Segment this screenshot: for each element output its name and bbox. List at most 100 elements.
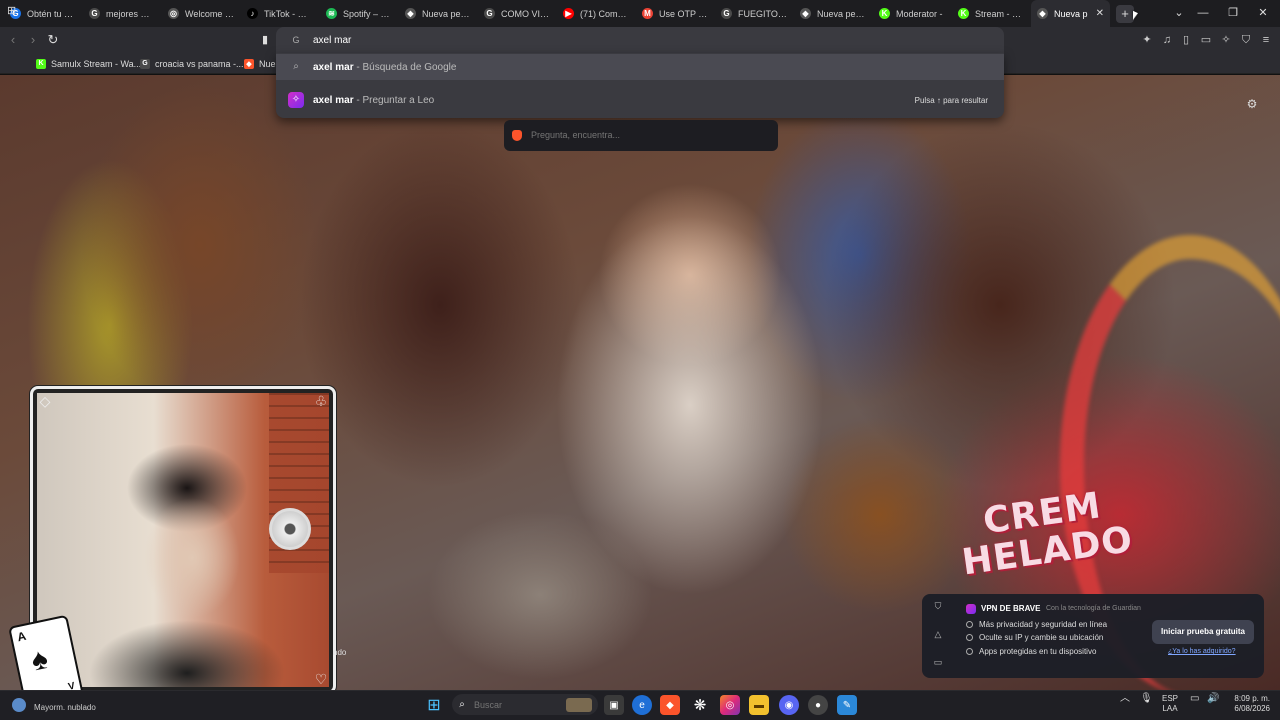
already-purchased-link[interactable]: ¿Ya lo has adquirido? xyxy=(1168,648,1236,655)
tab-favicon-icon: G xyxy=(484,8,495,19)
task-view-icon[interactable]: ▣ xyxy=(604,695,624,715)
tab-favicon-icon: ≋ xyxy=(326,8,337,19)
tab[interactable]: ▶ (71) Como ST xyxy=(557,0,636,27)
language-indicator[interactable]: ESP LAA xyxy=(1162,694,1178,714)
menu-icon[interactable]: ≡ xyxy=(1259,33,1273,47)
tab[interactable]: K Moderator - xyxy=(873,0,952,27)
tab[interactable]: ≋ Spotify – Des xyxy=(320,0,399,27)
weather-text[interactable]: Mayorm. nublado xyxy=(34,703,96,712)
tab-label: Nueva pesta xyxy=(817,8,867,19)
vpn-brand-icon xyxy=(966,604,976,614)
shield-icon[interactable]: ⛉ xyxy=(932,600,944,612)
network-icon[interactable]: ▭ xyxy=(1190,694,1199,704)
brave-icon[interactable]: ◆ xyxy=(660,695,680,715)
bookmark-label: Nue xyxy=(259,58,276,69)
tab-favicon-icon: K xyxy=(879,8,890,19)
tab-label: Stream - Kick xyxy=(975,8,1025,19)
vpn-title: VPN DE BRAVE xyxy=(981,604,1041,613)
media-icon[interactable]: ♫ xyxy=(1160,33,1174,47)
tab-label: Nueva p xyxy=(1054,8,1088,19)
tab-label: COMO VINCU xyxy=(501,8,551,19)
bookmark-favicon-icon: ◆ xyxy=(244,58,254,69)
microphone-icon[interactable]: 🎙 xyxy=(1140,694,1153,704)
tab-favicon-icon: ◎ xyxy=(168,8,179,19)
tab-label: Use OTP To F xyxy=(659,8,709,19)
edge-icon[interactable]: e xyxy=(632,695,652,715)
tab-favicon-icon: ▶ xyxy=(563,8,574,19)
volume-icon[interactable]: 🔊 xyxy=(1207,694,1219,704)
tab[interactable]: Gmejores mejo xyxy=(83,0,162,27)
suggestion-ask-leo[interactable]: ✧ axel mar - Preguntar a Leo Pulsa ↑ par… xyxy=(276,87,1004,113)
back-button[interactable]: ‹ xyxy=(4,31,22,49)
shortcut-hint: Pulsa ↑ para resultar xyxy=(914,95,988,105)
tab-label: Nueva pesta xyxy=(422,8,472,19)
tab[interactable]: ◆ Nueva pesta xyxy=(399,0,478,27)
sidebar-icon[interactable]: ▯ xyxy=(1179,33,1193,47)
extensions-icon[interactable]: ✦ xyxy=(1140,33,1154,47)
brave-shield-icon[interactable]: ⛉ xyxy=(1239,33,1253,47)
leo-ask-input[interactable] xyxy=(531,128,761,142)
clock[interactable]: 8:09 p. m. 6/08/2026 xyxy=(1230,694,1270,714)
suggestion-google-search[interactable]: ⌕ axel mar - Búsqueda de Google xyxy=(276,54,1004,80)
forward-button[interactable]: › xyxy=(24,31,42,49)
apps-grid-icon[interactable]: ⊞ xyxy=(7,3,16,18)
tab-favicon-icon: K xyxy=(958,8,969,19)
tab-label: FUEGITO EM xyxy=(738,8,788,19)
wallet-icon[interactable]: ▭ xyxy=(1199,33,1213,47)
spade-icon: ♠ xyxy=(28,642,51,678)
webcam-overlay: ◇ ♧ ♡ xyxy=(30,386,336,694)
bookmark-item[interactable]: K Samulx Stream - Wa... xyxy=(36,56,141,71)
taskbar-search-input[interactable] xyxy=(474,698,564,711)
club-corner-icon: ♧ xyxy=(314,393,328,409)
alert-icon[interactable]: △ xyxy=(932,628,944,640)
mouse-cursor xyxy=(1133,10,1138,23)
file-explorer-icon[interactable]: ▬ xyxy=(749,695,769,715)
brave-lion-icon xyxy=(512,130,522,141)
obs-icon[interactable]: ● xyxy=(808,695,828,715)
bookmark-item[interactable]: Gcroacia vs panama -... xyxy=(140,56,244,71)
tab[interactable]: K Stream - Kick xyxy=(952,0,1031,27)
discord-icon[interactable]: ◉ xyxy=(779,695,799,715)
close-window-button[interactable]: ✕ xyxy=(1248,0,1278,27)
tab-label: TikTok - Mak xyxy=(264,8,314,19)
instagram-icon[interactable]: ◎ xyxy=(720,695,740,715)
tab-strip: G Obtén tu pro Gmejores mejo ◎ Welcome | Ol ♪… xyxy=(0,0,1280,27)
weather-icon[interactable] xyxy=(12,698,26,712)
webcam-feed xyxy=(37,393,329,687)
tab[interactable]: M Use OTP To F xyxy=(636,0,715,27)
fan-object xyxy=(269,508,311,550)
new-tab-button[interactable]: + xyxy=(1116,4,1134,23)
diamond-corner-icon: ◇ xyxy=(39,393,51,409)
leo-ai-icon[interactable]: ✧ xyxy=(1219,33,1233,47)
minimize-button[interactable]: — xyxy=(1188,0,1218,27)
address-bar-input[interactable] xyxy=(313,32,913,48)
card-icon[interactable]: ▭ xyxy=(932,656,944,668)
tab-favicon-icon: G xyxy=(89,8,100,19)
tab-label: Welcome | Ol xyxy=(185,8,235,19)
bookmark-item[interactable]: ◆ Nue xyxy=(244,56,276,71)
tab-close-icon[interactable]: ✕ xyxy=(1096,8,1104,19)
tab[interactable]: G FUEGITO EM xyxy=(715,0,794,27)
settings-gear-icon[interactable]: ⚙ xyxy=(1245,97,1259,111)
tab-active[interactable]: ◆ Nueva p ✕ xyxy=(1031,0,1110,27)
tab[interactable]: ♪ TikTok - Mak xyxy=(241,0,320,27)
tray-chevron-icon[interactable]: ︿ xyxy=(1120,694,1130,704)
tab[interactable]: G COMO VINCU xyxy=(478,0,557,27)
app-icon[interactable]: ✎ xyxy=(837,695,857,715)
tab[interactable]: ◎ Welcome | Ol xyxy=(162,0,241,27)
windows-start-icon[interactable]: ⊞ xyxy=(424,695,444,715)
tab[interactable]: ◆ Nueva pesta xyxy=(794,0,873,27)
reload-button[interactable]: ↻ xyxy=(44,31,62,49)
search-highlight-image xyxy=(566,698,592,712)
tab-favicon-icon: ◆ xyxy=(800,8,811,19)
tab-label: Moderator - xyxy=(896,8,943,19)
bookmark-label: croacia vs panama -... xyxy=(155,58,244,69)
chatgpt-icon[interactable]: ❋ xyxy=(690,695,710,715)
start-trial-button[interactable]: Iniciar prueba gratuita xyxy=(1152,620,1254,644)
tab-label: mejores mejo xyxy=(106,8,156,19)
maximize-button[interactable]: ❐ xyxy=(1218,0,1248,27)
vpn-feature: Oculte su IP y cambie su ubicación xyxy=(966,633,1103,642)
tab-favicon-icon: ♪ xyxy=(247,8,258,19)
bookmark-icon[interactable]: ▮ xyxy=(258,33,272,47)
bookmark-label: Samulx Stream - Wa... xyxy=(51,58,142,69)
